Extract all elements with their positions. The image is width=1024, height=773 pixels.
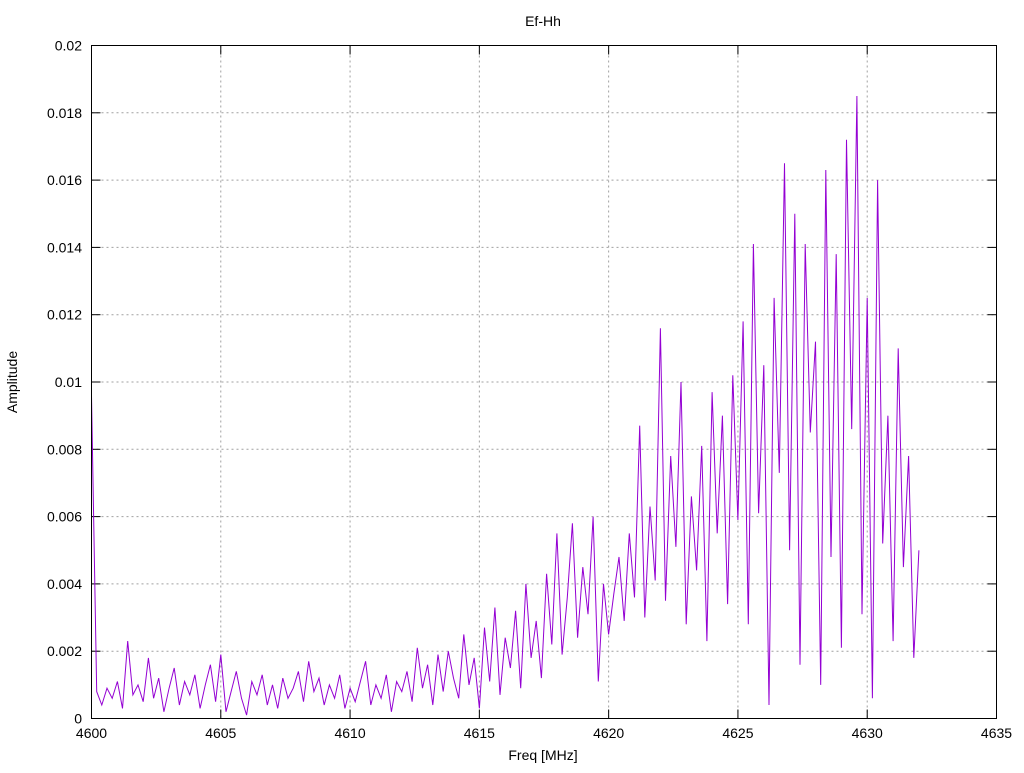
series-line-ef-hh	[91, 95, 920, 716]
y-tick-label: 0.016	[47, 172, 82, 188]
y-tick-label: 0.01	[55, 374, 82, 390]
x-tick-label: 4620	[593, 725, 624, 741]
y-tick-label: 0.002	[47, 643, 82, 659]
y-tick-label: 0	[74, 711, 82, 727]
y-tick-label: 0.008	[47, 441, 82, 457]
x-tick-label: 4605	[205, 725, 236, 741]
x-tick-label: 4610	[334, 725, 365, 741]
y-tick-label: 0.018	[47, 105, 82, 121]
x-tick-label: 4600	[76, 725, 107, 741]
x-tick-label: 4630	[852, 725, 883, 741]
chart: 4600 4605 4610 4615 4620 4625 4630 4635 0 0.002 0.…	[4, 13, 1012, 763]
y-axis-label: Amplitude	[4, 351, 20, 413]
chart-title: Ef-Hh	[525, 13, 561, 29]
y-tick-label: 0.004	[47, 576, 82, 592]
y-tick-label: 0.02	[55, 38, 82, 54]
y-tick-label: 0.012	[47, 307, 82, 323]
y-tick-label: 0.014	[47, 239, 82, 255]
y-tick-label: 0.006	[47, 509, 82, 525]
x-tick-label: 4615	[464, 725, 495, 741]
x-tick-label: 4625	[722, 725, 753, 741]
x-tick-label: 4635	[981, 725, 1012, 741]
x-axis-label: Freq [MHz]	[508, 747, 577, 763]
